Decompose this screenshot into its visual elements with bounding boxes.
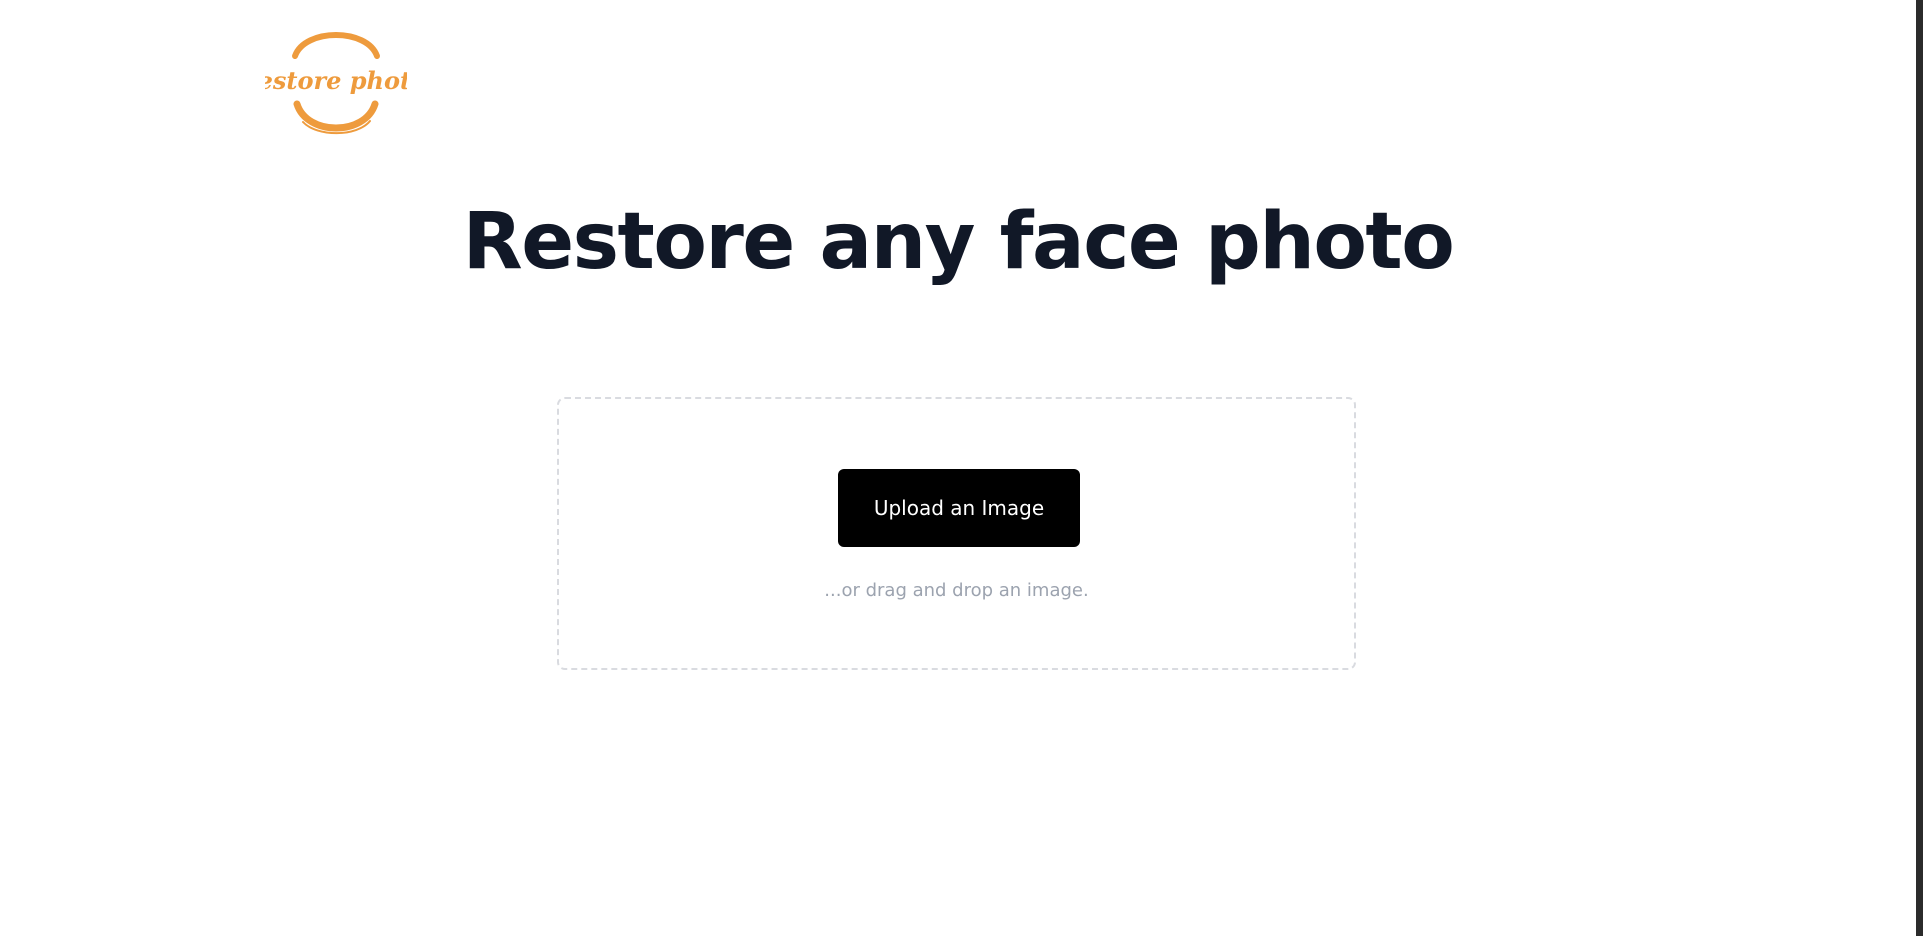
restore-photo-logo: restore photo: [265, 32, 407, 135]
drag-drop-hint: ...or drag and drop an image.: [824, 580, 1089, 601]
logo-wordmark: restore photo: [265, 66, 407, 95]
logo-link[interactable]: restore photo: [265, 18, 407, 144]
page-title: Restore any face photo: [462, 197, 1455, 287]
upload-dropzone[interactable]: Upload an Image ...or drag and drop an i…: [557, 397, 1356, 670]
page: restore photo Restore any face photo Upl…: [0, 0, 1916, 936]
window-right-edge: [1916, 0, 1923, 936]
upload-image-button[interactable]: Upload an Image: [838, 469, 1080, 547]
